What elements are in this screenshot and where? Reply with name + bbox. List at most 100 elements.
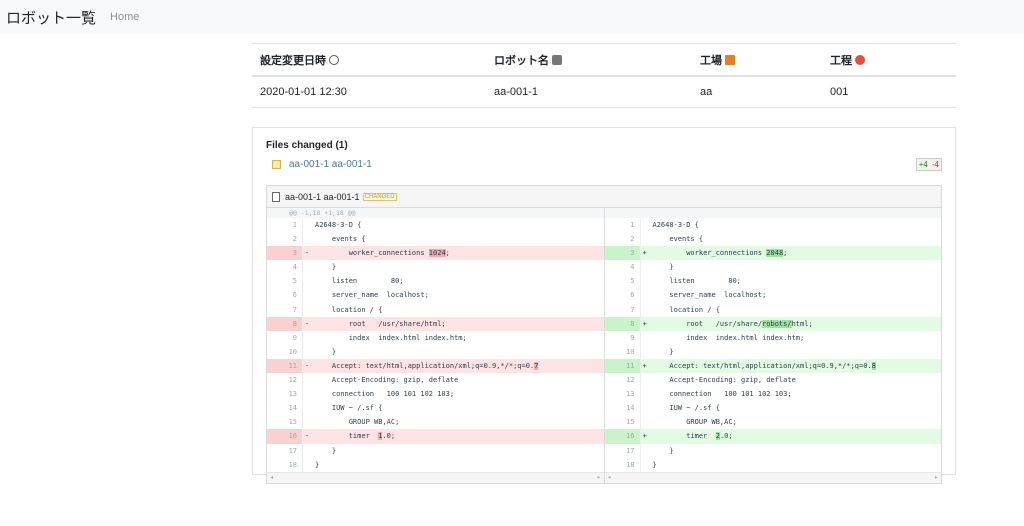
line-sign	[641, 218, 653, 232]
line-sign	[303, 274, 315, 288]
settings-table: 設定変更日時 ロボット名 工場 工程 2020-01-01 12:30 aa-0…	[252, 43, 956, 108]
navbar-brand[interactable]: ロボット一覧	[6, 7, 96, 28]
line-number: 9	[605, 330, 641, 345]
line-number: 14	[267, 401, 303, 416]
scroll-left-arrow-icon[interactable]: ◂	[270, 474, 274, 481]
cell-process: 001	[822, 76, 956, 108]
line-sign	[641, 288, 653, 302]
table-row: 2020-01-01 12:30 aa-001-1 aa 001	[252, 76, 956, 108]
line-code: Accept: text/html,application/xml;q=0.9,…	[315, 361, 539, 370]
diff-line: 2 events {	[267, 232, 604, 247]
line-sign	[303, 218, 315, 232]
line-code: Accept-Encoding: gzip, deflate	[315, 376, 459, 385]
diff-line: 14 IUW ~ /.sf {	[267, 401, 604, 416]
changed-token: robots/	[762, 319, 792, 328]
line-code: Accept-Encoding: gzip, deflate	[652, 376, 796, 385]
line-sign	[641, 274, 653, 288]
diff-line: 17 }	[267, 443, 604, 458]
line-sign: -	[305, 319, 310, 328]
diff-line: 10 }	[267, 344, 604, 359]
line-code: server_name localhost;	[315, 291, 429, 300]
diff-line: 12 Accept-Encoding: gzip, deflate	[267, 373, 604, 388]
line-code: A2648-3-D {	[652, 221, 699, 229]
diff-left-pane: @@ -1,18 +1,18 @@ 1 A2648-3-D {2 events {…	[267, 208, 604, 483]
line-sign	[641, 444, 653, 458]
line-sign	[641, 401, 653, 415]
line-number: 15	[605, 415, 641, 430]
line-number: 7	[267, 302, 303, 317]
diff-line: 11- Accept: text/html,application/xml;q=…	[267, 358, 604, 374]
line-code: location / {	[315, 305, 383, 314]
diff-file-name: aa-001-1 aa-001-1	[285, 191, 360, 202]
line-code: worker_connections 1024;	[315, 249, 450, 258]
diff-file: aa-001-1 aa-001-1 CHANGED @@ -1,18 +1,18…	[266, 185, 942, 484]
line-code: root /usr/share/html;	[315, 319, 446, 328]
file-icon	[272, 191, 280, 202]
line-code: index index.html index.htm;	[652, 333, 805, 342]
file-list-item[interactable]: aa-001-1 aa-001-1 +4 -4	[272, 158, 942, 171]
line-number: 5	[605, 274, 641, 289]
line-number: 8	[604, 316, 641, 331]
factory-icon	[725, 54, 735, 65]
scroll-right-arrow-icon[interactable]: ▸	[597, 474, 601, 481]
line-sign: -	[305, 361, 310, 370]
right-scrollbar[interactable]: ◂ ▸	[604, 471, 941, 483]
header-factory: 工場	[692, 43, 822, 77]
line-code: server_name localhost;	[652, 291, 767, 300]
main-content: 設定変更日時 ロボット名 工場 工程 2020-01-01 12:30 aa-0…	[252, 43, 956, 484]
diff-line: 9 index index.html index.htm;	[605, 330, 942, 345]
file-link[interactable]: aa-001-1 aa-001-1	[289, 159, 372, 170]
line-number: 2	[605, 232, 641, 247]
diff-line: 2 events {	[605, 232, 942, 247]
diff-line: 16- timer 1.0;	[267, 429, 604, 444]
line-number: 4	[267, 260, 303, 275]
line-sign	[641, 345, 653, 359]
line-code: listen 80;	[315, 277, 404, 286]
files-changed-title: Files changed (1)	[266, 140, 348, 151]
changed-token: 2048	[766, 249, 784, 258]
line-code: index index.html index.htm;	[315, 333, 467, 342]
line-sign	[303, 373, 315, 387]
line-number: 5	[267, 274, 303, 289]
line-code: timer 1.0;	[315, 432, 396, 441]
line-code: }	[315, 263, 337, 272]
diff-line: 5 listen 80;	[267, 274, 604, 289]
line-sign	[303, 288, 315, 302]
robot-icon	[552, 54, 562, 65]
line-sign	[303, 331, 315, 345]
diff-line: 8 + root /usr/share/robots/html;	[604, 316, 941, 331]
left-scrollbar[interactable]: ◂ ▸	[267, 471, 604, 483]
hunk-header: @@ -1,18 +1,18 @@	[267, 208, 604, 218]
line-sign	[303, 458, 315, 472]
diff-stats: +4 -4	[915, 158, 942, 171]
line-code: listen 80;	[652, 277, 742, 286]
line-number: 13	[267, 387, 303, 402]
line-code: events {	[652, 235, 704, 244]
line-number: 4	[605, 260, 641, 275]
scroll-left-arrow-icon[interactable]: ◂	[608, 474, 612, 481]
line-number: 16	[267, 429, 303, 444]
diff-line: 14 IUW ~ /.sf {	[605, 401, 942, 416]
diff-right-pane: 1 A2648-3-D {2 events {3 + worker_connecti…	[603, 208, 942, 483]
diff-line: 18}	[605, 457, 942, 472]
line-sign: -	[305, 432, 310, 441]
nav-home-link[interactable]: Home	[110, 11, 139, 23]
line-number: 11	[267, 358, 303, 374]
line-sign: -	[305, 249, 310, 258]
line-sign	[641, 331, 653, 345]
line-number: 1	[605, 218, 641, 233]
navbar: ロボット一覧 Home	[0, 0, 1024, 34]
diff-line: 7 location / {	[267, 302, 604, 317]
line-number: 3	[267, 246, 303, 261]
line-number: 6	[267, 288, 303, 303]
diff-line: 17 }	[605, 443, 942, 458]
line-number: 16	[604, 429, 641, 444]
changed-token: 8	[871, 361, 876, 370]
diff-line: 13 connection 100 101 102 103;	[267, 387, 604, 402]
diff-line: 3 + worker_connections 2048;	[604, 246, 941, 261]
line-number: 11	[604, 358, 641, 374]
diff-container: Files changed (1) aa-001-1 aa-001-1 +4 -…	[252, 127, 956, 484]
diff-view: @@ -1,18 +1,18 @@ 1 A2648-3-D { 2 events {…	[267, 208, 941, 483]
scroll-right-arrow-icon[interactable]: ▸	[934, 474, 938, 481]
diff-line: 16 + timer 2.0;	[604, 429, 941, 444]
